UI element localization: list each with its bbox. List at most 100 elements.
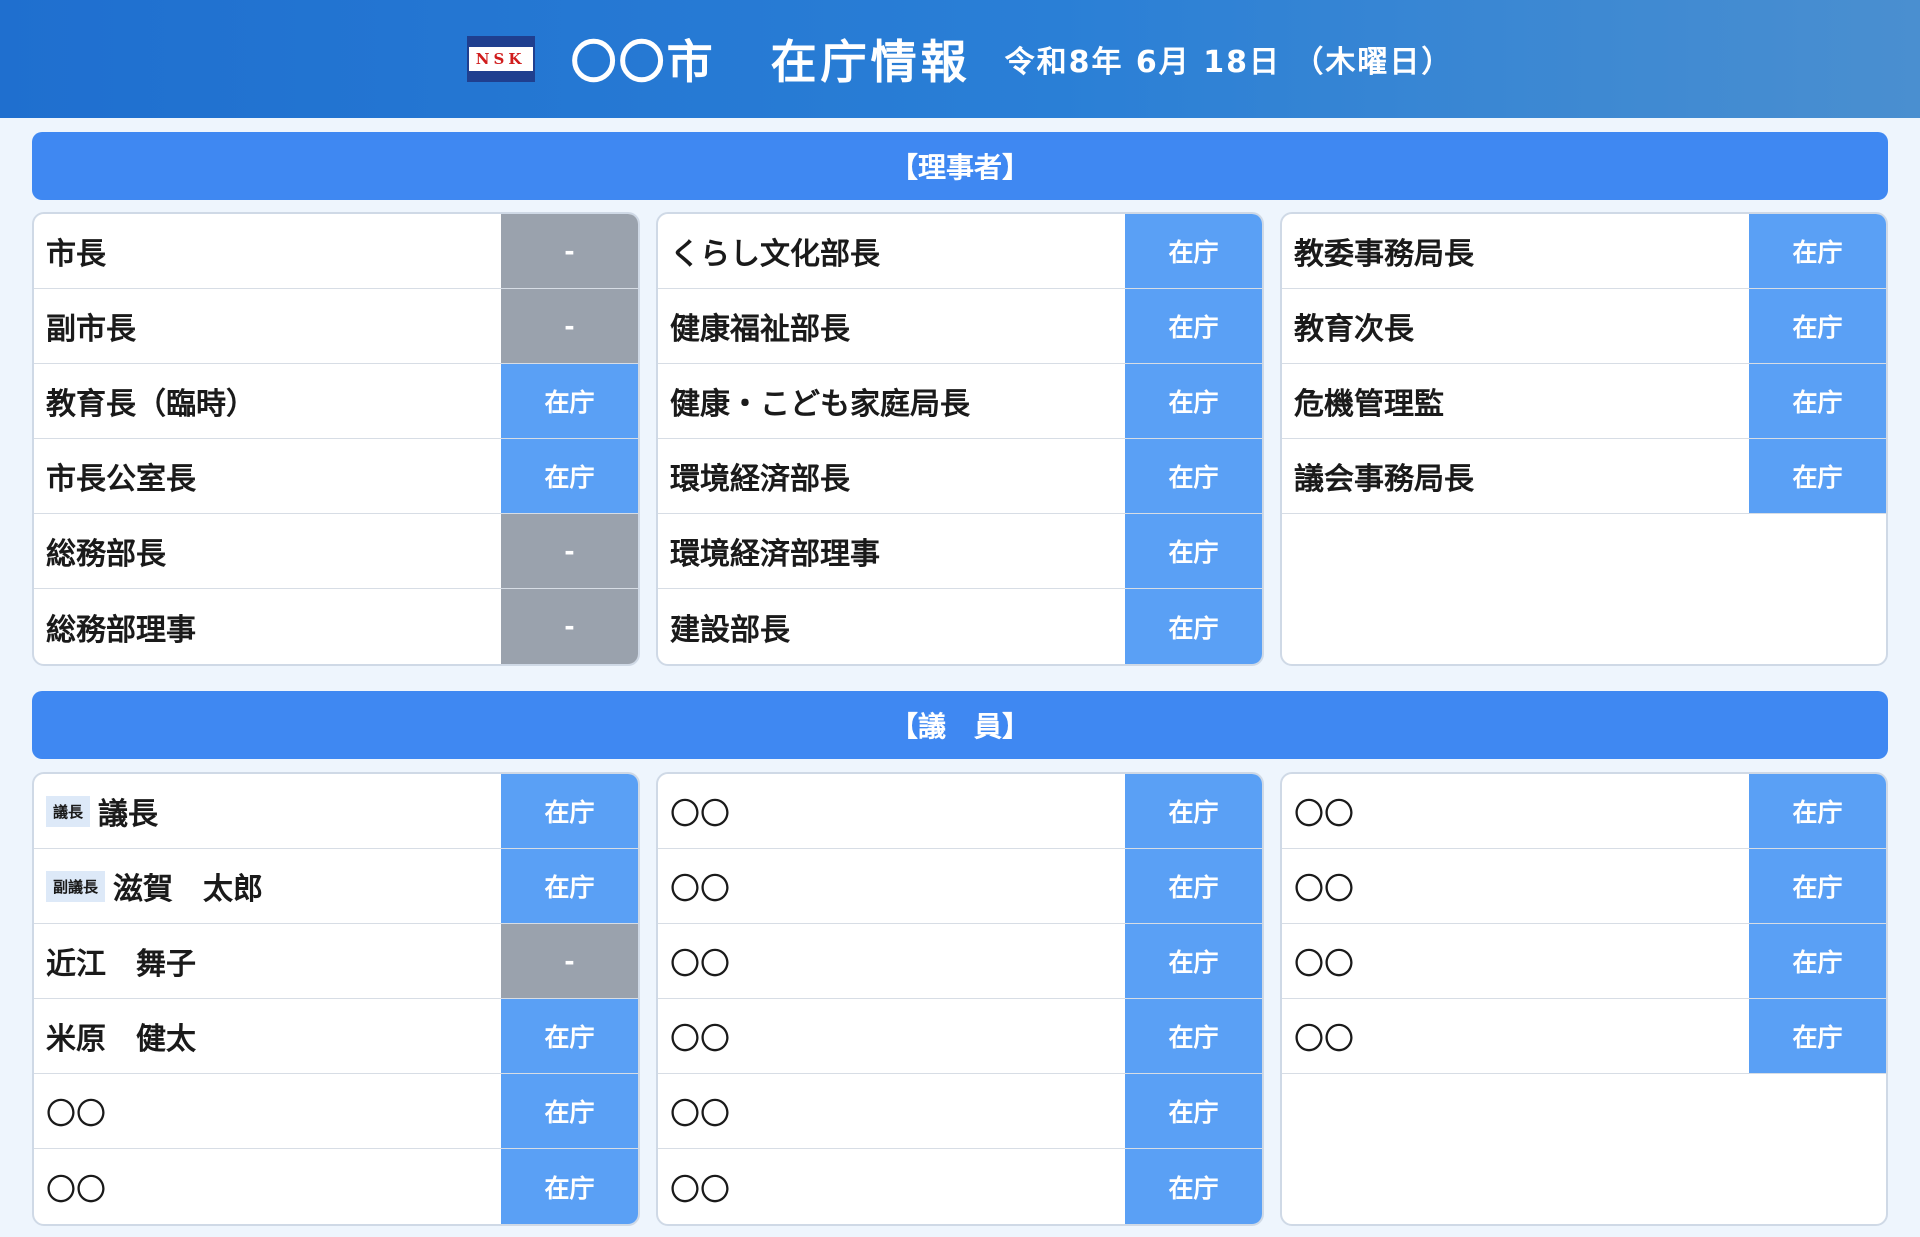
official-name: 副市長	[46, 312, 136, 347]
list-item: 環境経済部長 在庁	[658, 439, 1262, 514]
status-badge: 在庁	[1125, 1074, 1262, 1148]
status-badge: 在庁	[1125, 924, 1262, 998]
list-item: 副市長 -	[34, 289, 638, 364]
list-item: 教委事務局長 在庁	[1282, 214, 1886, 289]
official-name: 建設部長	[670, 612, 790, 648]
members-panel-1: 議長 議長 在庁 副議長 滋賀 太郎 在庁 近江 舞子 - 米原 健太 在庁 〇〇 在庁 〇〇…	[32, 772, 640, 1226]
list-item: 〇〇 在庁	[658, 849, 1262, 924]
role-badge: 副議長	[46, 870, 106, 902]
city-name: 〇〇市	[570, 35, 715, 89]
page-header: NSK 〇〇市 在庁情報 令和8年 6月 18日 （木曜日）	[0, 0, 1920, 118]
page-date: 令和8年 6月 18日 （木曜日）	[1004, 45, 1454, 80]
member-name: 〇〇	[670, 1172, 730, 1208]
status-badge: 在庁	[501, 1149, 638, 1224]
status-badge: 在庁	[1749, 214, 1886, 288]
members-section-heading: 【議 員】	[32, 691, 1888, 759]
official-name: 市長公室長	[46, 462, 196, 497]
list-item: 〇〇 在庁	[1282, 849, 1886, 924]
list-item: 〇〇 在庁	[658, 1149, 1262, 1224]
list-item: 〇〇 在庁	[658, 999, 1262, 1074]
member-name: 〇〇	[1294, 1022, 1354, 1057]
official-name: 環境経済部長	[670, 462, 850, 497]
status-badge: 在庁	[1125, 1149, 1262, 1224]
logo-stripe-top	[468, 38, 533, 47]
list-item: 総務部理事 -	[34, 589, 638, 664]
status-badge: -	[501, 514, 638, 588]
member-name: 〇〇	[670, 872, 730, 907]
status-badge: 在庁	[1749, 999, 1886, 1073]
member-name: 〇〇	[1294, 872, 1354, 907]
status-badge: 在庁	[1749, 364, 1886, 438]
status-badge: 在庁	[1125, 289, 1262, 363]
officials-panel-3: 教委事務局長 在庁 教育次長 在庁 危機管理監 在庁 議会事務局長 在庁	[1280, 212, 1888, 666]
logo-stripe-bottom	[468, 71, 533, 80]
status-badge: 在庁	[501, 999, 638, 1073]
official-name: 議会事務局長	[1294, 462, 1474, 497]
list-item: 市長公室長 在庁	[34, 439, 638, 514]
member-name: 〇〇	[670, 947, 730, 982]
member-name: 近江 舞子	[46, 947, 196, 982]
status-badge: -	[501, 589, 638, 664]
status-badge: 在庁	[501, 364, 638, 438]
status-badge: 在庁	[1125, 364, 1262, 438]
list-item: 〇〇 在庁	[1282, 924, 1886, 999]
page-title: 在庁情報	[770, 35, 971, 89]
list-item: 環境経済部理事 在庁	[658, 514, 1262, 589]
members-panel-2: 〇〇 在庁 〇〇 在庁 〇〇 在庁 〇〇 在庁 〇〇 在庁 〇〇 在庁	[656, 772, 1264, 1226]
member-name: 米原 健太	[46, 1022, 196, 1057]
status-badge: 在庁	[501, 1074, 638, 1148]
member-name: 〇〇	[670, 797, 730, 832]
list-item: 市長 -	[34, 214, 638, 289]
status-badge: 在庁	[1125, 439, 1262, 513]
list-item: 教育次長 在庁	[1282, 289, 1886, 364]
status-badge: 在庁	[501, 439, 638, 513]
role-badge: 議長	[46, 795, 91, 827]
member-name: 滋賀 太郎	[113, 872, 264, 907]
list-item: 〇〇 在庁	[658, 1074, 1262, 1149]
list-item: 〇〇 在庁	[658, 924, 1262, 999]
list-item: 健康・こども家庭局長 在庁	[658, 364, 1262, 439]
member-name-cell: 副議長 滋賀 太郎	[34, 849, 501, 923]
member-name: 〇〇	[670, 1097, 730, 1132]
status-badge: 在庁	[1125, 214, 1262, 288]
status-badge: -	[501, 289, 638, 363]
status-badge: 在庁	[1125, 514, 1262, 588]
officials-section-heading: 【理事者】	[32, 132, 1888, 200]
official-name: 総務部長	[46, 537, 166, 572]
member-name: 〇〇	[1294, 947, 1354, 982]
list-item: 議長 議長 在庁	[34, 774, 638, 849]
member-name: 〇〇	[1294, 797, 1354, 832]
officials-panel-2: くらし文化部長 在庁 健康福祉部長 在庁 健康・こども家庭局長 在庁 環境経済部長 在庁…	[656, 212, 1264, 666]
official-name: 教委事務局長	[1294, 237, 1474, 272]
status-badge: 在庁	[1125, 589, 1262, 664]
officials-panel-1: 市長 - 副市長 - 教育長（臨時） 在庁 市長公室長 在庁 総務部長 - 総務部理事 -	[32, 212, 640, 666]
list-item: 〇〇 在庁	[34, 1149, 638, 1224]
official-name: 総務部理事	[46, 612, 196, 648]
city-logo: NSK	[466, 36, 535, 82]
list-item: 〇〇 在庁	[658, 774, 1262, 849]
official-name: 市長	[46, 237, 106, 272]
list-item: 総務部長 -	[34, 514, 638, 589]
status-badge: -	[501, 214, 638, 288]
status-badge: 在庁	[1749, 439, 1886, 513]
status-badge: 在庁	[1125, 849, 1262, 923]
status-badge: 在庁	[501, 774, 638, 848]
member-name: 〇〇	[46, 1172, 106, 1208]
member-name: 議長	[98, 797, 159, 832]
official-name: 環境経済部理事	[670, 537, 880, 572]
list-item: 〇〇 在庁	[1282, 774, 1886, 849]
status-badge: 在庁	[1125, 774, 1262, 848]
official-name: 健康福祉部長	[670, 312, 850, 347]
status-badge: 在庁	[1749, 774, 1886, 848]
member-name: 〇〇	[670, 1022, 730, 1057]
list-item: 副議長 滋賀 太郎 在庁	[34, 849, 638, 924]
list-item: 〇〇 在庁	[34, 1074, 638, 1149]
official-name: 教育長（臨時）	[46, 387, 256, 422]
official-name: 教育次長	[1294, 312, 1414, 347]
status-badge: 在庁	[1749, 849, 1886, 923]
status-badge: 在庁	[1125, 999, 1262, 1073]
list-item: 〇〇 在庁	[1282, 999, 1886, 1074]
list-item: くらし文化部長 在庁	[658, 214, 1262, 289]
list-item: 健康福祉部長 在庁	[658, 289, 1262, 364]
official-name: 健康・こども家庭局長	[670, 387, 970, 422]
